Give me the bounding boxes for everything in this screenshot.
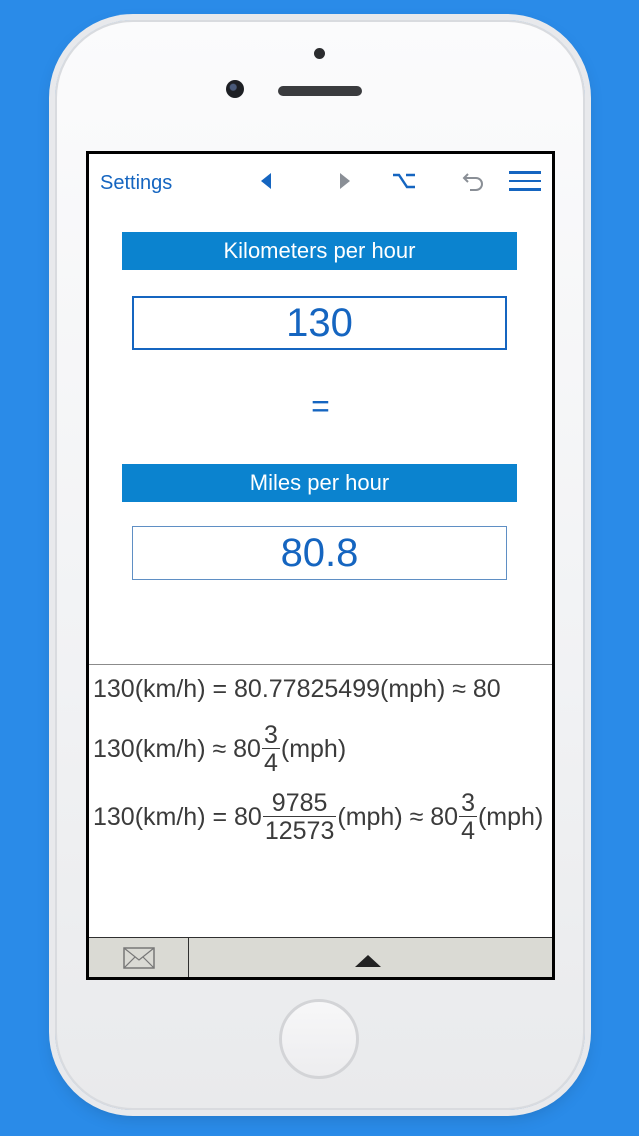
option-key-icon[interactable] xyxy=(391,168,417,194)
mail-button[interactable] xyxy=(89,938,189,977)
result-unit: (mph) xyxy=(477,803,544,831)
proximity-sensor xyxy=(314,48,325,59)
result-text: 130(km/h) = 80.77825499(mph) ≈ 80 xyxy=(93,675,501,703)
results-panel: 130(km/h) = 80.77825499(mph) ≈ 80 130(km… xyxy=(89,664,552,935)
phone-screen: Settings Kilometers per hour 130 = Miles… xyxy=(86,151,555,980)
fraction: 3 4 xyxy=(261,721,280,777)
result-line-exact-fraction: 130(km/h) = 80 9785 12573 (mph) ≈ 80 3 4… xyxy=(93,791,543,844)
fraction-denominator: 4 xyxy=(459,816,477,845)
undo-icon[interactable] xyxy=(461,168,487,194)
earpiece-speaker xyxy=(278,86,362,96)
expand-up-icon[interactable] xyxy=(355,955,381,967)
result-text: 130(km/h) = 80 xyxy=(93,803,262,831)
fraction-numerator: 3 xyxy=(461,789,475,817)
from-value-field[interactable]: 130 xyxy=(132,296,507,350)
fraction-denominator: 4 xyxy=(261,748,280,777)
fraction-denominator: 12573 xyxy=(262,816,337,845)
home-button[interactable] xyxy=(279,999,359,1079)
result-text: 130(km/h) ≈ 80 xyxy=(93,735,261,763)
next-triangle-icon[interactable] xyxy=(335,168,355,194)
fraction-numerator: 3 xyxy=(263,721,278,749)
result-line-decimal: 130(km/h) = 80.77825499(mph) ≈ 80 xyxy=(93,675,501,704)
bottom-bar xyxy=(89,937,552,977)
menu-icon[interactable] xyxy=(508,168,542,194)
fraction: 9785 12573 xyxy=(262,789,337,845)
toolbar: Settings xyxy=(89,154,552,212)
equals-sign: = xyxy=(311,388,330,424)
to-value-field[interactable]: 80.8 xyxy=(132,526,507,580)
result-line-approx-fraction: 130(km/h) ≈ 80 3 4 (mph) xyxy=(93,723,346,776)
fraction: 3 4 xyxy=(459,791,477,844)
from-unit-header[interactable]: Kilometers per hour xyxy=(122,232,517,270)
result-unit: (mph) xyxy=(280,735,347,763)
result-text-mid: (mph) ≈ 80 xyxy=(337,803,459,831)
app-view: Settings Kilometers per hour 130 = Miles… xyxy=(89,154,552,977)
fraction-numerator: 9785 xyxy=(271,789,328,817)
front-camera xyxy=(226,80,244,98)
prev-triangle-icon[interactable] xyxy=(256,168,276,194)
mail-icon[interactable] xyxy=(122,946,155,969)
to-unit-header[interactable]: Miles per hour xyxy=(122,464,517,502)
settings-button[interactable]: Settings xyxy=(100,172,172,195)
app-screenshot: Settings Kilometers per hour 130 = Miles… xyxy=(0,0,639,1136)
